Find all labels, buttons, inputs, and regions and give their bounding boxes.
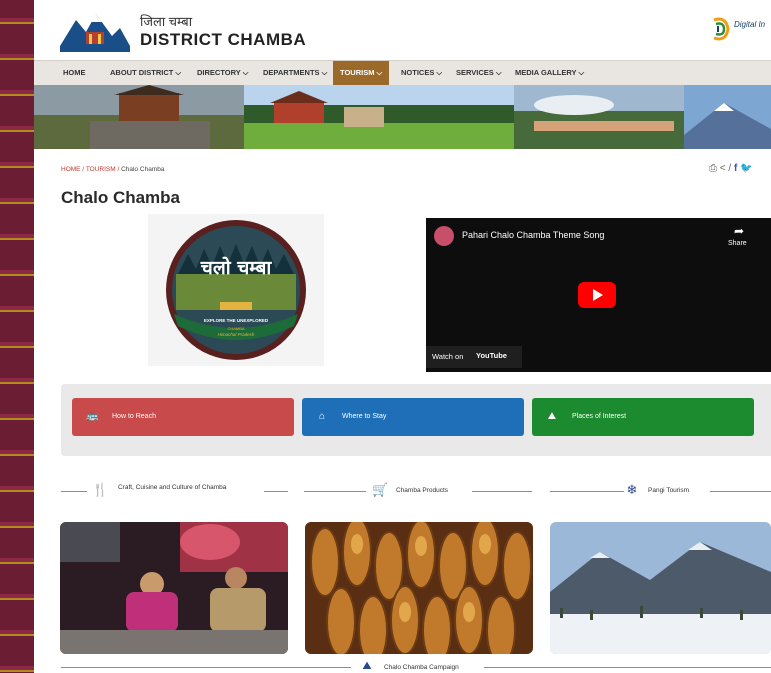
site-title-hindi: जिला चम्बा (140, 14, 193, 29)
logo-text: चलो चम्बा (200, 257, 272, 279)
divider-line (710, 491, 771, 492)
nav-item-media-gallery[interactable]: MEDIA GALLERY ⌵ (515, 61, 584, 85)
youtube-logo: YouTube (476, 351, 507, 360)
where-to-stay-button[interactable]: ⌂ Where to Stay (302, 398, 524, 436)
home-icon: ⌂ (318, 411, 326, 422)
nav-item-about-district[interactable]: ABOUT DISTRICT ⌵ (110, 61, 181, 85)
section-chalo-chamba-campaign[interactable]: Chalo Chamba Campaign (384, 664, 459, 671)
main-nav: HOME ABOUT DISTRICT ⌵ DIRECTORY ⌵ DEPART… (34, 60, 771, 86)
share-separator: / (728, 163, 732, 174)
twitter-icon[interactable]: 🐦 (740, 163, 752, 174)
mountain-icon: ⛰ (547, 411, 557, 422)
cart-icon: 🛒 (372, 482, 389, 497)
breadcrumb-current: Chalo Chamba (121, 166, 165, 173)
chalo-chamba-logo-container: चलो चम्बा EXPLORE THE UNEXPLORED CHAMBA … (148, 214, 324, 366)
play-button[interactable] (578, 282, 616, 308)
card-pangi-tourism-image[interactable] (550, 522, 771, 654)
divider-line (484, 667, 771, 668)
share-toolbar: ⎙ < / f 🐦 (709, 163, 753, 174)
share-icon[interactable]: < (720, 163, 726, 174)
page: जिला चम्बा DISTRICT CHAMBA Digital In HO… (34, 0, 771, 673)
where-to-stay-label: Where to Stay (342, 413, 387, 420)
campaign-icon: ⛰ (362, 660, 372, 672)
places-of-interest-button[interactable]: ⛰ Places of Interest (532, 398, 754, 436)
section-pangi-tourism[interactable]: Pangi Tourism (648, 487, 689, 495)
card-chamba-products-image[interactable] (305, 522, 533, 654)
divider-line (61, 491, 87, 492)
logo-district: CHAMBA (227, 326, 245, 331)
nav-item-tourism[interactable]: TOURISM ⌵ (333, 61, 390, 85)
print-icon[interactable]: ⎙ (709, 163, 717, 174)
breadcrumb-tourism[interactable]: TOURISM (86, 166, 116, 173)
page-title: Chalo Chamba (61, 188, 181, 207)
divider-line (472, 491, 532, 492)
channel-avatar[interactable] (434, 226, 454, 246)
nav-item-home[interactable]: HOME (63, 61, 86, 85)
places-of-interest-label: Places of Interest (572, 413, 627, 420)
snowflake-icon: ❄ (626, 482, 638, 497)
district-emblem-logo[interactable] (56, 6, 132, 54)
nav-item-directory[interactable]: DIRECTORY ⌵ (197, 61, 248, 85)
watch-on-label: Watch on (432, 352, 464, 361)
breadcrumb-home[interactable]: HOME (61, 166, 81, 173)
divider-line (61, 667, 351, 668)
divider-line (550, 491, 624, 492)
youtube-video-player[interactable]: Pahari Chalo Chamba Theme Song ➦ Share W… (426, 218, 771, 372)
watch-on-youtube-button[interactable]: Watch on YouTube (426, 346, 522, 368)
share-arrow-icon[interactable]: ➦ (734, 224, 744, 238)
video-title[interactable]: Pahari Chalo Chamba Theme Song (462, 230, 604, 240)
divider-line (304, 491, 366, 492)
card-craft-cuisine-culture-image[interactable] (60, 522, 288, 654)
site-title[interactable]: DISTRICT CHAMBA (140, 30, 306, 50)
banner-image (34, 85, 771, 149)
digital-india-text: Digital In (734, 20, 766, 29)
chalo-chamba-logo (166, 220, 306, 360)
nav-item-departments[interactable]: DEPARTMENTS ⌵ (263, 61, 327, 85)
facebook-icon[interactable]: f (734, 163, 737, 174)
bus-icon: 🚌 (86, 411, 99, 422)
digital-india-logo[interactable] (706, 14, 771, 44)
logo-tagline: EXPLORE THE UNEXPLORED (203, 318, 269, 323)
section-chamba-products[interactable]: Chamba Products (396, 487, 448, 495)
logo-subtitle: Himachal Pradesh (217, 332, 255, 337)
decorative-border (0, 0, 34, 673)
nav-item-notices[interactable]: NOTICES ⌵ (401, 61, 442, 85)
site-header: जिला चम्बा DISTRICT CHAMBA Digital In (34, 0, 771, 58)
utensils-icon: 🍴 (92, 482, 109, 497)
how-to-reach-label: How to Reach (112, 413, 156, 420)
section-craft-cuisine-culture[interactable]: Craft, Cuisine and Culture of Chamba (118, 484, 238, 492)
nav-item-services[interactable]: SERVICES ⌵ (456, 61, 502, 85)
breadcrumb: HOME / TOURISM / Chalo Chamba (61, 166, 164, 173)
divider-line (264, 491, 288, 492)
how-to-reach-button[interactable]: 🚌 How to Reach (72, 398, 294, 436)
video-share-label[interactable]: Share (728, 240, 747, 247)
